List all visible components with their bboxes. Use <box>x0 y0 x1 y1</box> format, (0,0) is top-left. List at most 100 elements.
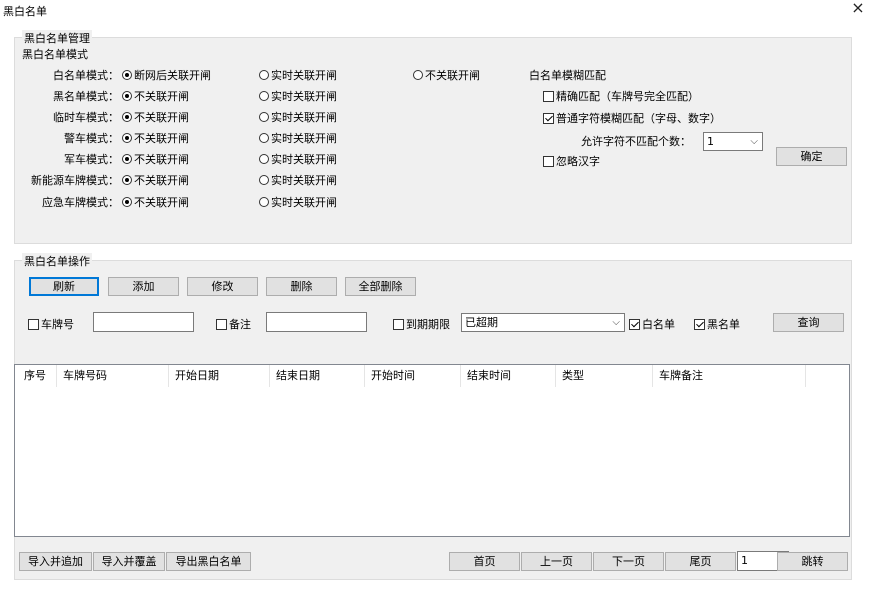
prev-page-button[interactable]: 上一页 <box>521 552 592 571</box>
exact-match-label: 精确匹配（车牌号完全匹配） <box>556 90 699 103</box>
radio-button[interactable] <box>259 175 269 185</box>
normal-match-label: 普通字符模糊匹配（字母、数字） <box>556 112 721 125</box>
mode-row-label: 军车模式： <box>64 153 119 166</box>
black-filter-box[interactable] <box>694 319 705 330</box>
white-filter-box[interactable] <box>629 319 640 330</box>
mode-radio-option[interactable]: 实时关联开闸 <box>259 151 337 167</box>
radio-button[interactable] <box>259 112 269 122</box>
mode-radio-option[interactable]: 断网后关联开闸 <box>122 67 211 83</box>
query-button[interactable]: 查询 <box>773 313 844 332</box>
confirm-button[interactable]: 确定 <box>776 147 847 166</box>
radio-label: 不关联开闸 <box>134 90 189 103</box>
mode-row-label: 警车模式： <box>64 132 119 145</box>
radio-label: 断网后关联开闸 <box>134 69 211 82</box>
mode-radio-option[interactable]: 不关联开闸 <box>122 109 189 125</box>
expire-filter-label: 到期期限 <box>406 318 450 331</box>
note-filter-box[interactable] <box>216 319 227 330</box>
ignore-cn-checkbox[interactable]: 忽略汉字 <box>543 153 600 169</box>
expire-filter-box[interactable] <box>393 319 404 330</box>
note-input[interactable] <box>266 312 367 332</box>
radio-button[interactable] <box>122 197 132 207</box>
table-column-header[interactable]: 结束日期 <box>270 365 365 387</box>
radio-label: 实时关联开闸 <box>271 111 337 124</box>
window-title: 黑白名单 <box>3 5 47 18</box>
import-append-button[interactable]: 导入并追加 <box>19 552 92 571</box>
delete-button[interactable]: 删除 <box>266 277 337 296</box>
edit-button[interactable]: 修改 <box>187 277 258 296</box>
plate-filter-box[interactable] <box>28 319 39 330</box>
plate-filter-checkbox[interactable]: 车牌号 <box>28 316 74 332</box>
black-filter-label: 黑名单 <box>707 318 740 331</box>
radio-label: 不关联开闸 <box>425 69 480 82</box>
mode-radio-option[interactable]: 实时关联开闸 <box>259 109 337 125</box>
mode-radio-option[interactable]: 不关联开闸 <box>122 130 189 146</box>
mode-radio-option[interactable]: 不关联开闸 <box>122 151 189 167</box>
radio-button[interactable] <box>259 197 269 207</box>
radio-label: 实时关联开闸 <box>271 153 337 166</box>
radio-button[interactable] <box>122 112 132 122</box>
radio-button[interactable] <box>259 70 269 80</box>
mismatch-value: 1 <box>707 135 714 148</box>
note-filter-checkbox[interactable]: 备注 <box>216 316 251 332</box>
table-column-header[interactable]: 类型 <box>556 365 653 387</box>
mode-radio-option[interactable]: 实时关联开闸 <box>259 194 337 210</box>
plate-input[interactable] <box>93 312 194 332</box>
close-icon[interactable]: × <box>851 0 865 16</box>
radio-button[interactable] <box>259 91 269 101</box>
mode-radio-option[interactable]: 实时关联开闸 <box>259 88 337 104</box>
table-column-header[interactable]: 结束时间 <box>461 365 556 387</box>
exact-match-box[interactable] <box>543 91 554 102</box>
next-page-button[interactable]: 下一页 <box>593 552 664 571</box>
expire-value: 已超期 <box>465 316 498 329</box>
mode-radio-option[interactable]: 不关联开闸 <box>122 88 189 104</box>
last-page-button[interactable]: 尾页 <box>665 552 736 571</box>
expire-filter-checkbox[interactable]: 到期期限 <box>393 316 450 332</box>
radio-button[interactable] <box>122 175 132 185</box>
expire-select[interactable]: 已超期 ⌵ <box>461 313 625 332</box>
mode-radio-option[interactable]: 不关联开闸 <box>122 172 189 188</box>
ignore-cn-box[interactable] <box>543 156 554 167</box>
first-page-button[interactable]: 首页 <box>449 552 520 571</box>
mode-radio-option[interactable]: 不关联开闸 <box>122 194 189 210</box>
mismatch-label: 允许字符不匹配个数： <box>581 135 691 148</box>
exact-match-checkbox[interactable]: 精确匹配（车牌号完全匹配） <box>543 88 699 104</box>
mode-radio-option[interactable]: 实时关联开闸 <box>259 130 337 146</box>
mode-radio-option[interactable]: 不关联开闸 <box>413 67 480 83</box>
radio-label: 实时关联开闸 <box>271 90 337 103</box>
import-overwrite-button[interactable]: 导入并覆盖 <box>93 552 165 571</box>
table-column-header[interactable]: 序号 <box>18 365 57 387</box>
mode-row-label: 黑名单模式： <box>53 90 119 103</box>
normal-match-box[interactable] <box>543 113 554 124</box>
table-column-header[interactable]: 车牌号码 <box>57 365 169 387</box>
radio-label: 不关联开闸 <box>134 111 189 124</box>
jump-button[interactable]: 跳转 <box>777 552 848 571</box>
delete-all-button[interactable]: 全部删除 <box>345 277 416 296</box>
black-filter-checkbox[interactable]: 黑名单 <box>694 316 740 332</box>
mode-radio-option[interactable]: 实时关联开闸 <box>259 67 337 83</box>
table-column-header[interactable]: 车牌备注 <box>653 365 806 387</box>
mode-radio-option[interactable]: 实时关联开闸 <box>259 172 337 188</box>
radio-label: 不关联开闸 <box>134 153 189 166</box>
mismatch-select[interactable]: 1 ⌵ <box>703 132 763 151</box>
list-table[interactable]: 序号 车牌号码 开始日期 结束日期 开始时间 结束时间 类型 车牌备注 <box>14 364 850 537</box>
radio-label: 实时关联开闸 <box>271 174 337 187</box>
radio-button[interactable] <box>122 91 132 101</box>
normal-match-checkbox[interactable]: 普通字符模糊匹配（字母、数字） <box>543 110 721 126</box>
radio-button[interactable] <box>259 154 269 164</box>
add-button[interactable]: 添加 <box>108 277 179 296</box>
refresh-button[interactable]: 刷新 <box>29 277 99 296</box>
radio-button[interactable] <box>122 154 132 164</box>
chevron-down-icon: ⌵ <box>750 136 758 147</box>
ops-group-legend: 黑白名单操作 <box>22 253 92 269</box>
radio-button[interactable] <box>413 70 423 80</box>
radio-button[interactable] <box>259 133 269 143</box>
export-button[interactable]: 导出黑白名单 <box>166 552 251 571</box>
white-filter-checkbox[interactable]: 白名单 <box>629 316 675 332</box>
radio-label: 不关联开闸 <box>134 196 189 209</box>
table-column-header[interactable]: 开始日期 <box>169 365 270 387</box>
mode-group-legend: 黑白名单管理 <box>22 30 92 46</box>
radio-button[interactable] <box>122 133 132 143</box>
note-filter-label: 备注 <box>229 318 251 331</box>
table-column-header[interactable]: 开始时间 <box>365 365 461 387</box>
radio-button[interactable] <box>122 70 132 80</box>
